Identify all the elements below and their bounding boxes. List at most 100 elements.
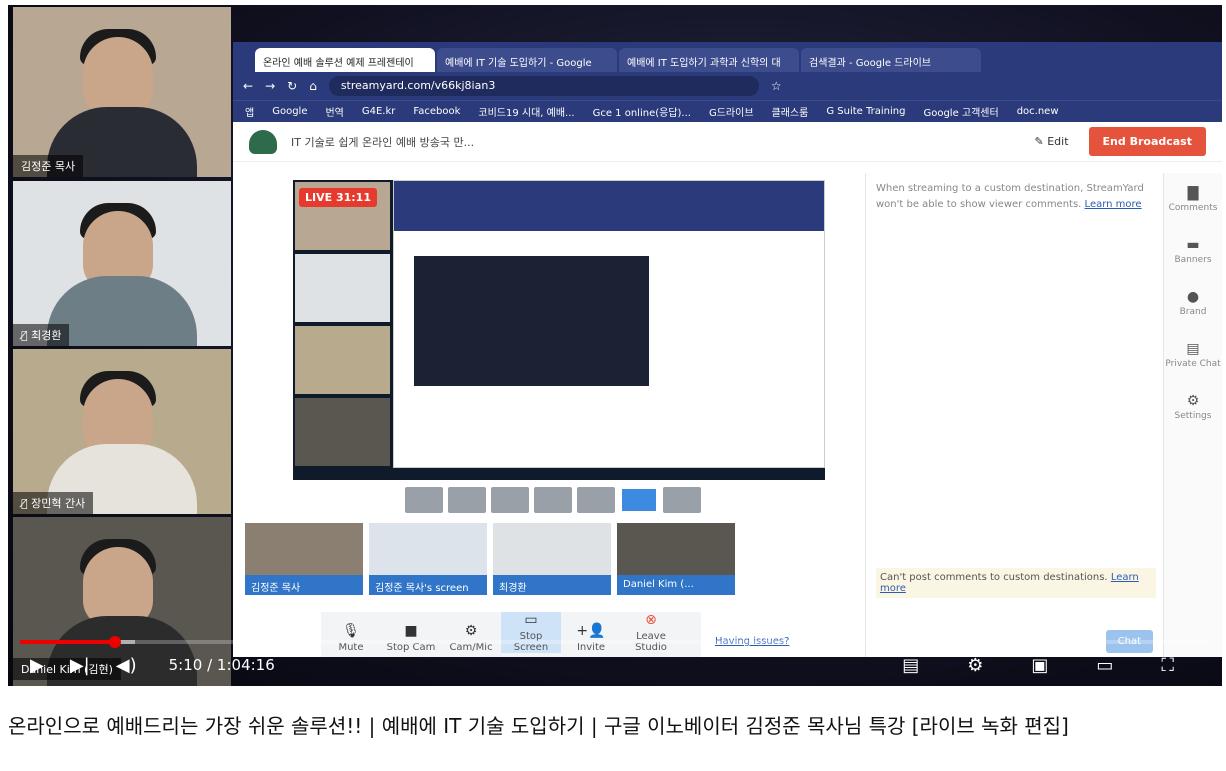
bookmark-item[interactable]: G드라이브 <box>709 104 754 119</box>
browser-tab[interactable]: 온라인 예배 솔루션 예제 프레젠테이 <box>255 48 435 72</box>
miniplayer-icon[interactable]: ▣ <box>1031 655 1048 676</box>
participant-name: 🎙̸ 장민혁 간사 <box>13 492 94 514</box>
guest-strip: 김정준 목사 김정준 목사's screen 최경환 Daniel Kim (.… <box>245 523 735 595</box>
sidebar-item-banners[interactable]: ▬ Banners <box>1164 225 1222 277</box>
progress-fill <box>20 640 115 644</box>
back-icon[interactable]: ← <box>243 79 253 93</box>
mic-icon: 🎙 <box>342 623 360 639</box>
browser-tab[interactable]: 예배에 IT 도입하기 과학과 신학의 대 <box>619 48 799 72</box>
streamyard-header: IT 기술로 쉽게 온라인 예배 방송국 만... ✎ Edit End Bro… <box>233 122 1222 162</box>
participant-name: 🎙̸ 최경환 <box>13 324 70 346</box>
shared-screen <box>393 180 825 468</box>
next-icon[interactable]: ▶| <box>70 655 90 676</box>
time-display: 5:10 / 1:04:16 <box>168 656 275 674</box>
sidebar-item-settings[interactable]: ⚙ Settings <box>1164 381 1222 433</box>
cant-post-notice: Can't post comments to custom destinatio… <box>876 568 1156 598</box>
studio-sidebar: ▇ Comments ▬ Banners ● Brand ▤ Private Chat … <box>1163 173 1222 657</box>
banner-icon: ▬ <box>1186 237 1200 253</box>
guest-tile[interactable]: 김정준 목사's screen <box>369 523 487 595</box>
fullscreen-icon[interactable]: ⛶ <box>1161 655 1174 676</box>
video-title: 온라인으로 예배드리는 가장 쉬운 솔루션!! | 예배에 IT 기술 도입하기… <box>8 714 1069 738</box>
reload-icon[interactable]: ↻ <box>287 79 297 93</box>
edit-button[interactable]: ✎ Edit <box>1035 135 1069 148</box>
tab-strip: 온라인 예배 솔루션 예제 프레젠테이 예배에 IT 기술 도입하기 - Goo… <box>233 42 1222 72</box>
participant-tile: 🎙̸ 장민혁 간사 <box>13 349 231 514</box>
streamyard-logo <box>249 129 277 154</box>
guest-tile[interactable]: 김정준 목사 <box>245 523 363 595</box>
home-icon[interactable]: ⌂ <box>309 79 317 93</box>
browser-tab[interactable]: 예배에 IT 기술 도입하기 - Google <box>437 48 617 72</box>
nested-stage <box>414 256 649 386</box>
gear-icon: ⚙ <box>464 623 478 639</box>
theater-icon[interactable]: ▭ <box>1096 655 1113 676</box>
bookmark-item[interactable]: 앱 <box>245 104 254 119</box>
volume-icon[interactable]: ◀) <box>116 655 137 676</box>
layout-solo[interactable] <box>405 487 443 513</box>
browser-window: 온라인 예배 솔루션 예제 프레젠테이 예배에 IT 기술 도입하기 - Goo… <box>233 42 1222 657</box>
guest-label: 최경환 <box>493 575 611 595</box>
address-bar-row: ← → ↻ ⌂ streamyard.com/v66kj8ian3 ☆ <box>233 72 1222 100</box>
forward-icon[interactable]: → <box>265 79 275 93</box>
sidebar-item-comments[interactable]: ▇ Comments <box>1164 173 1222 225</box>
palette-icon: ● <box>1186 289 1200 305</box>
layout-leader[interactable] <box>534 487 572 513</box>
guest-label: Daniel Kim (... <box>617 575 735 595</box>
guest-label: 김정준 목사 <box>245 575 363 595</box>
sidebar-item-private-chat[interactable]: ▤ Private Chat <box>1164 329 1222 381</box>
play-icon[interactable]: ▶ <box>30 655 44 676</box>
sidebar-item-brand[interactable]: ● Brand <box>1164 277 1222 329</box>
broadcast-title[interactable]: IT 기술로 쉽게 온라인 예배 방송국 만... <box>291 134 474 150</box>
participant-body <box>47 276 197 346</box>
close-icon: ⊗ <box>645 612 657 628</box>
comments-panel: When streaming to a custom destination, … <box>865 173 1163 657</box>
layout-fullscreen[interactable] <box>663 487 701 513</box>
guest-tile[interactable]: Daniel Kim (... <box>617 523 735 595</box>
learn-more-link[interactable]: Learn more <box>1085 199 1142 210</box>
bookmark-item[interactable]: G Suite Training <box>826 106 905 117</box>
participant-tile: 김정준 목사 <box>13 7 231 177</box>
layout-screen[interactable] <box>620 487 658 513</box>
star-icon[interactable]: ☆ <box>771 79 782 93</box>
shared-screen-header <box>394 181 824 231</box>
camera-icon: ■ <box>404 623 418 639</box>
add-user-icon: +👤 <box>576 623 606 639</box>
bookmark-item[interactable]: 클래스룸 <box>772 104 809 119</box>
bookmark-item[interactable]: Google 고객센터 <box>923 104 998 119</box>
bookmark-item[interactable]: 코비드19 시대, 예배... <box>478 104 574 119</box>
bookmark-item[interactable]: G4E.kr <box>362 106 396 117</box>
layout-selector <box>405 487 701 513</box>
bookmark-item[interactable]: Gce 1 online(응답)... <box>593 104 691 119</box>
guest-tile[interactable]: 최경환 <box>493 523 611 595</box>
stage-participant <box>295 398 390 466</box>
participant-tile: 🎙̸ 최경환 <box>13 181 231 346</box>
bookmark-item[interactable]: doc.new <box>1017 106 1059 117</box>
layout-group-2[interactable] <box>491 487 529 513</box>
monitor-icon: ▭ <box>524 612 538 628</box>
url-input[interactable]: streamyard.com/v66kj8ian3 <box>328 76 759 96</box>
comment-icon: ▇ <box>1187 185 1199 201</box>
right-controls: ▤ ⚙ ▣ ▭ ⛶ <box>902 655 1200 676</box>
guest-label: 김정준 목사's screen <box>369 575 487 595</box>
participant-face <box>83 547 153 627</box>
stage-participant <box>295 254 390 322</box>
broadcast-stage: LIVE 31:11 <box>293 180 825 480</box>
gear-icon: ⚙ <box>1186 393 1200 409</box>
settings-icon[interactable]: ⚙ <box>967 655 983 676</box>
stage-participant <box>295 326 390 394</box>
bookmarks-bar: 앱 Google 번역 G4E.kr Facebook 코비드19 시대, 예배… <box>233 100 1222 122</box>
bookmark-item[interactable]: 번역 <box>325 104 343 119</box>
participant-name: 김정준 목사 <box>13 155 84 177</box>
bookmark-item[interactable]: Facebook <box>413 106 460 117</box>
subtitles-icon[interactable]: ▤ <box>902 655 919 676</box>
browser-tab[interactable]: 검색결과 - Google 드라이브 <box>801 48 981 72</box>
comments-message: When streaming to a custom destination, … <box>876 183 1144 210</box>
layout-thin[interactable] <box>577 487 615 513</box>
progress-bar[interactable] <box>20 640 1210 644</box>
video-player[interactable]: 김정준 목사 🎙̸ 최경환 🎙̸ 장민혁 간사 Daniel Kim (김현) … <box>8 5 1222 686</box>
layout-group[interactable] <box>448 487 486 513</box>
end-broadcast-button[interactable]: End Broadcast <box>1088 127 1206 156</box>
live-badge: LIVE 31:11 <box>299 188 377 207</box>
bookmark-item[interactable]: Google <box>272 106 307 117</box>
chat-icon: ▤ <box>1186 341 1200 357</box>
player-controls: ▶ ▶| ◀) 5:10 / 1:04:16 ▤ ⚙ ▣ ▭ ⛶ <box>8 647 1222 683</box>
